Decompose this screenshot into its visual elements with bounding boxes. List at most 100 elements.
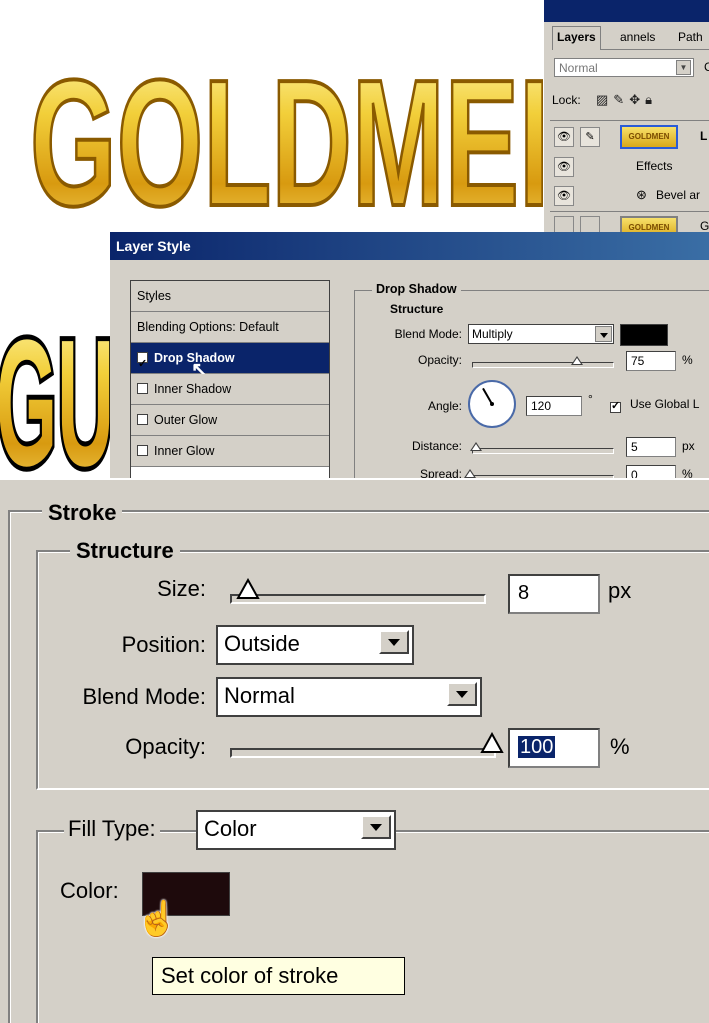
lock-all-icon[interactable]: 🔒︎ bbox=[645, 92, 657, 107]
style-item-outer-glow[interactable]: Outer Glow bbox=[131, 405, 329, 436]
styles-list: Styles Blending Options: Default Drop Sh… bbox=[130, 280, 330, 478]
layer-row[interactable]: GOLDMEN G bbox=[550, 211, 709, 232]
eye-icon[interactable]: 👁︎ bbox=[554, 157, 574, 177]
chevron-down-icon bbox=[447, 682, 477, 706]
chevron-down-icon bbox=[361, 815, 391, 839]
distance-unit: px bbox=[682, 439, 695, 453]
spread-label: Spread: bbox=[419, 467, 462, 478]
blend-mode-label: Blend Mode: bbox=[394, 327, 462, 341]
angle-dial[interactable] bbox=[466, 378, 518, 430]
opacity-slider-thumb[interactable] bbox=[480, 732, 504, 754]
layer-thumbnail: GOLDMEN bbox=[620, 125, 678, 149]
opacity-label: Opacity: bbox=[417, 353, 462, 367]
blend-mode-select[interactable]: Multiply bbox=[468, 324, 614, 344]
link-slot[interactable] bbox=[580, 216, 600, 232]
distance-slider-thumb[interactable] bbox=[470, 442, 482, 451]
angle-field[interactable]: 120 bbox=[526, 396, 582, 416]
inner-shadow-checkbox[interactable] bbox=[137, 383, 148, 395]
distance-field[interactable]: 5 bbox=[626, 437, 676, 457]
effect-icon: ⊛ bbox=[636, 187, 647, 202]
style-item-inner-glow[interactable]: Inner Glow bbox=[131, 436, 329, 467]
chevron-down-icon: ▼ bbox=[676, 60, 691, 75]
angle-label: Angle: bbox=[427, 399, 462, 413]
tab-layers[interactable]: Layers bbox=[552, 26, 601, 50]
angle-unit: ° bbox=[588, 392, 593, 406]
style-item-label: Blending Options: Default bbox=[137, 320, 279, 334]
spread-slider-thumb[interactable] bbox=[464, 469, 476, 478]
fill-type-value: Color bbox=[204, 816, 257, 841]
opacity-field[interactable]: 100 bbox=[508, 728, 600, 768]
blend-mode-select[interactable]: Normal bbox=[216, 677, 482, 717]
opacity-slider[interactable] bbox=[230, 748, 496, 758]
drop-shadow-heading: Drop Shadow bbox=[372, 282, 461, 296]
fill-type-select[interactable]: Color bbox=[196, 810, 396, 850]
inner-glow-checkbox[interactable] bbox=[137, 445, 148, 457]
size-slider[interactable] bbox=[230, 594, 486, 604]
use-global-light-checkbox[interactable] bbox=[610, 399, 621, 414]
layers-palette: Layers annels Path Normal ▼ C Lock: ▨✎✥🔒… bbox=[543, 0, 709, 232]
stroke-panel: Stroke Structure Size: 8 px Position: Ou… bbox=[0, 478, 709, 1023]
layers-titlebar bbox=[544, 0, 709, 22]
blend-mode-value: Multiply bbox=[472, 327, 513, 341]
layer-name: L bbox=[700, 129, 708, 143]
opacity-label-fragment: C bbox=[704, 60, 709, 74]
tab-paths[interactable]: Path bbox=[674, 27, 707, 47]
opacity-label: Opacity: bbox=[125, 734, 206, 759]
opacity-unit: % bbox=[682, 353, 693, 367]
styles-header[interactable]: Styles bbox=[131, 281, 329, 312]
spread-field[interactable]: 0 bbox=[626, 465, 676, 478]
outer-glow-checkbox[interactable] bbox=[137, 414, 148, 426]
layer-name: G bbox=[700, 219, 709, 232]
lock-transparency-icon[interactable]: ▨ bbox=[596, 92, 613, 107]
style-item-label: Outer Glow bbox=[154, 413, 218, 427]
headline-top-text: GOLDMEI bbox=[30, 43, 550, 244]
position-value: Outside bbox=[224, 631, 300, 656]
layer-blend-mode-select[interactable]: Normal ▼ bbox=[554, 58, 694, 77]
distance-label: Distance: bbox=[411, 439, 462, 453]
color-tooltip: Set color of stroke bbox=[152, 957, 405, 995]
opacity-slider[interactable] bbox=[472, 362, 614, 368]
style-item-label: Inner Glow bbox=[154, 444, 215, 458]
opacity-unit: % bbox=[610, 734, 630, 759]
size-unit: px bbox=[608, 578, 632, 603]
stroke-heading: Stroke bbox=[42, 500, 123, 526]
effects-row[interactable]: 👁︎ Effects bbox=[550, 153, 709, 181]
headline-bottom-text: GU bbox=[0, 303, 114, 478]
dialog-title: Layer Style bbox=[110, 232, 709, 260]
size-label: Size: bbox=[157, 576, 206, 601]
eye-icon[interactable]: 👁︎ bbox=[554, 186, 574, 206]
eye-icon[interactable]: 👁︎ bbox=[554, 127, 574, 147]
tab-channels[interactable]: annels bbox=[616, 27, 659, 47]
structure-heading: Structure bbox=[70, 538, 180, 564]
chevron-down-icon bbox=[379, 630, 409, 654]
layer-blend-mode-value: Normal bbox=[559, 61, 598, 75]
style-item-drop-shadow[interactable]: Drop Shadow ↖ bbox=[131, 343, 329, 381]
layer-thumbnail: GOLDMEN bbox=[620, 216, 678, 232]
effect-row-bevel[interactable]: 👁︎ ⊛ Bevel ar bbox=[550, 182, 709, 210]
position-select[interactable]: Outside bbox=[216, 625, 414, 665]
lock-icons: ▨✎✥🔒︎ bbox=[596, 92, 657, 108]
drop-shadow-checkbox[interactable] bbox=[137, 349, 148, 380]
opacity-slider-thumb[interactable] bbox=[571, 356, 583, 365]
style-item-label: Inner Shadow bbox=[154, 382, 232, 396]
effect-label-bevel: Bevel ar bbox=[656, 188, 701, 202]
opacity-value: 100 bbox=[518, 736, 556, 758]
color-label: Color: bbox=[60, 878, 119, 903]
layer-style-dialog: Layer Style Styles Blending Options: Def… bbox=[110, 232, 709, 478]
lock-move-icon[interactable]: ✥ bbox=[629, 92, 645, 107]
structure-heading: Structure bbox=[386, 302, 448, 316]
shadow-color-swatch[interactable] bbox=[620, 324, 668, 346]
position-label: Position: bbox=[121, 632, 206, 657]
size-slider-thumb[interactable] bbox=[236, 578, 260, 600]
fill-type-label: Fill Type: bbox=[64, 816, 160, 842]
opacity-field[interactable]: 75 bbox=[626, 351, 676, 371]
lock-paint-icon[interactable]: ✎ bbox=[613, 92, 629, 107]
visibility-slot[interactable] bbox=[554, 216, 574, 232]
style-item-inner-shadow[interactable]: Inner Shadow bbox=[131, 374, 329, 405]
chevron-down-icon bbox=[595, 326, 612, 342]
style-item-blending-options[interactable]: Blending Options: Default bbox=[131, 312, 329, 343]
distance-slider[interactable] bbox=[472, 448, 614, 454]
size-field[interactable]: 8 bbox=[508, 574, 600, 614]
use-global-light-label: Use Global L bbox=[630, 397, 700, 411]
layer-row[interactable]: 👁︎ ✎ GOLDMEN L bbox=[550, 120, 709, 153]
